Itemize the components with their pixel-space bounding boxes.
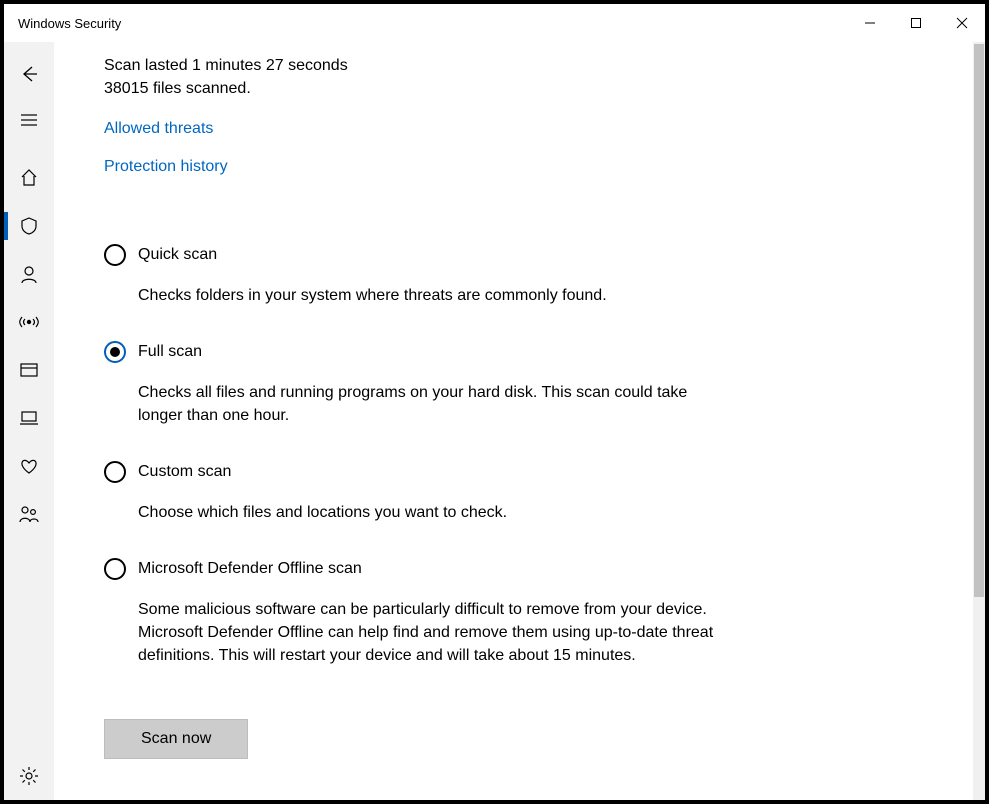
back-button[interactable] <box>4 52 54 96</box>
window: Windows Security <box>4 4 985 800</box>
allowed-threats-link[interactable]: Allowed threats <box>104 120 213 138</box>
option-full-scan[interactable]: Full scan Checks all files and running p… <box>104 341 724 427</box>
nav-family[interactable] <box>4 490 54 538</box>
full-scan-desc: Checks all files and running programs on… <box>138 381 724 427</box>
nav-app-browser[interactable] <box>4 346 54 394</box>
nav-performance[interactable] <box>4 442 54 490</box>
quick-scan-desc: Checks folders in your system where thre… <box>138 284 724 307</box>
full-scan-title: Full scan <box>138 341 724 363</box>
maximize-icon <box>910 17 922 29</box>
offline-scan-radio[interactable] <box>104 558 126 580</box>
option-offline-scan[interactable]: Microsoft Defender Offline scan Some mal… <box>104 558 724 667</box>
offline-scan-desc: Some malicious software can be particula… <box>138 598 724 667</box>
window-title: Windows Security <box>18 16 121 31</box>
sidebar <box>4 42 54 800</box>
person-icon <box>19 264 39 284</box>
custom-scan-title: Custom scan <box>138 461 724 483</box>
close-button[interactable] <box>939 7 985 39</box>
hamburger-icon <box>20 113 38 127</box>
custom-scan-desc: Choose which files and locations you wan… <box>138 501 724 524</box>
full-scan-radio[interactable] <box>104 341 126 363</box>
app-window-icon <box>19 361 39 379</box>
scan-options: Quick scan Checks folders in your system… <box>104 244 923 667</box>
main: Scan lasted 1 minutes 27 seconds 38015 f… <box>54 42 985 800</box>
scan-duration: Scan lasted 1 minutes 27 seconds <box>104 54 923 77</box>
nav-firewall[interactable] <box>4 298 54 346</box>
menu-button[interactable] <box>4 96 54 144</box>
minimize-button[interactable] <box>847 7 893 39</box>
nav-virus-threat[interactable] <box>4 202 54 250</box>
quick-scan-title: Quick scan <box>138 244 724 266</box>
scan-now-button[interactable]: Scan now <box>104 719 248 759</box>
gear-icon <box>19 766 39 786</box>
quick-scan-radio[interactable] <box>104 244 126 266</box>
content-area: Scan lasted 1 minutes 27 seconds 38015 f… <box>54 42 973 800</box>
custom-scan-radio[interactable] <box>104 461 126 483</box>
titlebar: Windows Security <box>4 4 985 42</box>
home-icon <box>19 168 39 188</box>
protection-history-link[interactable]: Protection history <box>104 158 228 176</box>
antenna-icon <box>18 312 40 332</box>
scrollbar-thumb[interactable] <box>974 44 984 597</box>
heart-icon <box>19 457 39 475</box>
family-icon <box>18 504 40 524</box>
offline-scan-title: Microsoft Defender Offline scan <box>138 558 724 580</box>
vertical-scrollbar[interactable] <box>973 42 985 800</box>
nav-home[interactable] <box>4 154 54 202</box>
minimize-icon <box>864 17 876 29</box>
option-custom-scan[interactable]: Custom scan Choose which files and locat… <box>104 461 724 524</box>
shield-icon <box>19 216 39 236</box>
option-quick-scan[interactable]: Quick scan Checks folders in your system… <box>104 244 724 307</box>
nav-account[interactable] <box>4 250 54 298</box>
nav-device-security[interactable] <box>4 394 54 442</box>
back-arrow-icon <box>20 65 38 83</box>
close-icon <box>956 17 968 29</box>
maximize-button[interactable] <box>893 7 939 39</box>
laptop-icon <box>18 409 40 427</box>
files-scanned: 38015 files scanned. <box>104 77 923 100</box>
nav-settings[interactable] <box>4 752 54 800</box>
